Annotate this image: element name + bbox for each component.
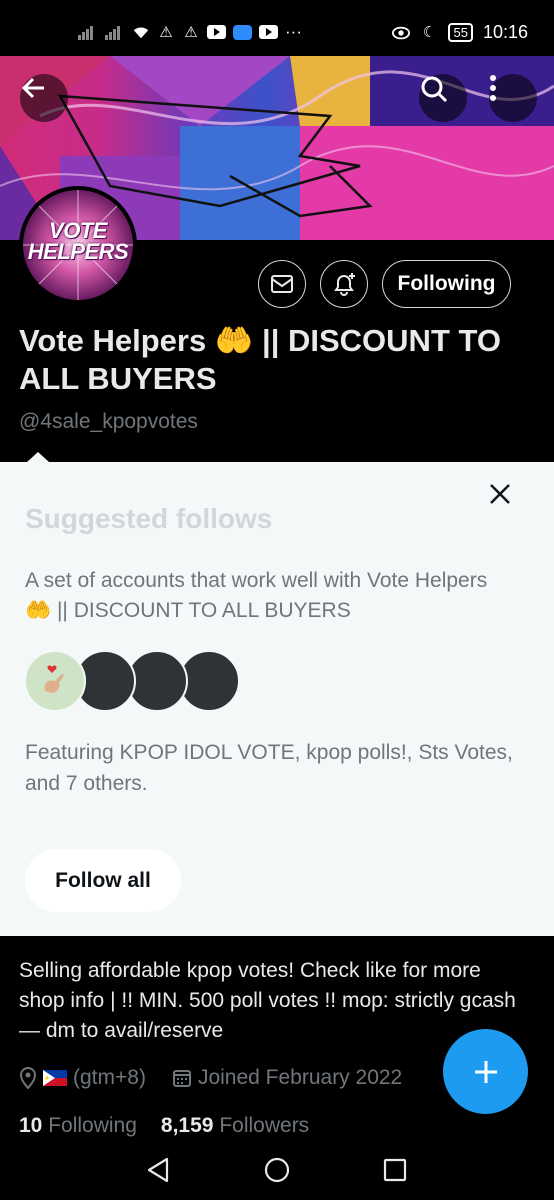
sheet-pointer <box>27 452 49 462</box>
suggested-follows-description: A set of accounts that work well with Vo… <box>25 569 488 622</box>
status-bar: ⚠ ⚠ ··· ☾ 55 10:16 <box>0 0 554 56</box>
followers-count: 8,159 <box>160 1114 214 1137</box>
location-text: (gtm+8) <box>73 1066 146 1089</box>
profile-display-name: Vote Helpers 🤲 || DISCOUNT TO ALL BUYERS <box>19 323 501 396</box>
nav-back-button[interactable] <box>142 1154 174 1186</box>
more-notifications-icon: ··· <box>285 22 302 41</box>
mail-icon <box>271 275 293 293</box>
nav-home-button[interactable] <box>261 1154 293 1186</box>
follow-all-button[interactable]: Follow all <box>25 849 181 912</box>
following-button[interactable]: Following <box>382 260 511 308</box>
profile-meta: (gtm+8) Joined February 2022 <box>19 1066 428 1090</box>
nav-recents-button[interactable] <box>379 1154 411 1186</box>
signal-2-icon <box>105 24 125 40</box>
location-item: (gtm+8) <box>19 1066 146 1090</box>
system-navigation-bar <box>0 1140 554 1200</box>
youtube-icon <box>207 25 226 39</box>
square-recents-icon <box>383 1158 407 1182</box>
status-right-icons: ☾ 55 10:16 <box>392 22 528 43</box>
battery-indicator: 55 <box>448 23 473 42</box>
profile-avatar[interactable]: VOTE HELPERS <box>19 186 137 304</box>
clock: 10:16 <box>482 22 528 42</box>
youtube-icon-2 <box>259 25 278 39</box>
plus-icon <box>474 1060 497 1083</box>
message-button[interactable] <box>258 260 306 308</box>
avatar-logo-text: VOTE HELPERS <box>27 218 129 264</box>
followers-stat-label: Followers <box>219 1114 310 1137</box>
signal-1-icon <box>78 24 98 40</box>
heart-hand-icon <box>44 665 64 693</box>
search-icon <box>421 76 448 103</box>
wifi-icon <box>132 24 150 40</box>
suggested-follows-title: Suggested follows <box>25 503 273 534</box>
more-vertical-icon <box>490 75 496 101</box>
triangle-back-icon <box>147 1157 169 1183</box>
following-count: 10 <box>19 1114 43 1137</box>
warning-icon: ⚠ <box>159 23 173 41</box>
close-icon <box>490 484 510 504</box>
compose-button[interactable] <box>443 1029 528 1114</box>
eye-icon <box>392 25 411 41</box>
profile-bio: Selling affordable kpop votes! Check lik… <box>19 959 516 1042</box>
followers-stat[interactable]: 8,159 Followers <box>161 1114 309 1138</box>
joined-text: Joined February 2022 <box>197 1066 403 1089</box>
suggested-featuring: Featuring KPOP IDOL VOTE, kpop polls!, S… <box>25 741 513 795</box>
philippines-flag-icon <box>43 1070 67 1086</box>
following-stat-label: Following <box>48 1114 137 1137</box>
location-pin-icon <box>19 1067 37 1089</box>
follow-stats: 10 Following 8,159 Followers <box>19 1114 309 1138</box>
joined-item: Joined February 2022 <box>172 1066 402 1090</box>
arrow-left-icon <box>21 77 44 99</box>
back-button[interactable] <box>20 74 68 122</box>
cloud-app-icon <box>233 24 252 40</box>
suggested-avatars[interactable] <box>24 650 244 712</box>
circle-home-icon <box>264 1157 290 1183</box>
calendar-icon <box>172 1070 191 1087</box>
suggested-avatar-heart-hand <box>24 650 86 712</box>
more-options-button[interactable] <box>489 74 537 122</box>
search-button[interactable] <box>419 74 467 122</box>
moon-icon: ☾ <box>422 24 437 41</box>
bell-plus-icon <box>334 273 355 296</box>
close-suggestions-button[interactable] <box>480 474 520 514</box>
warning-icon-2: ⚠ <box>184 23 198 41</box>
following-stat[interactable]: 10 Following <box>19 1114 137 1138</box>
profile-handle: @4sale_kpopvotes <box>19 410 198 433</box>
status-left-icons: ⚠ ⚠ ··· <box>78 22 302 42</box>
notifications-button[interactable] <box>320 260 368 308</box>
